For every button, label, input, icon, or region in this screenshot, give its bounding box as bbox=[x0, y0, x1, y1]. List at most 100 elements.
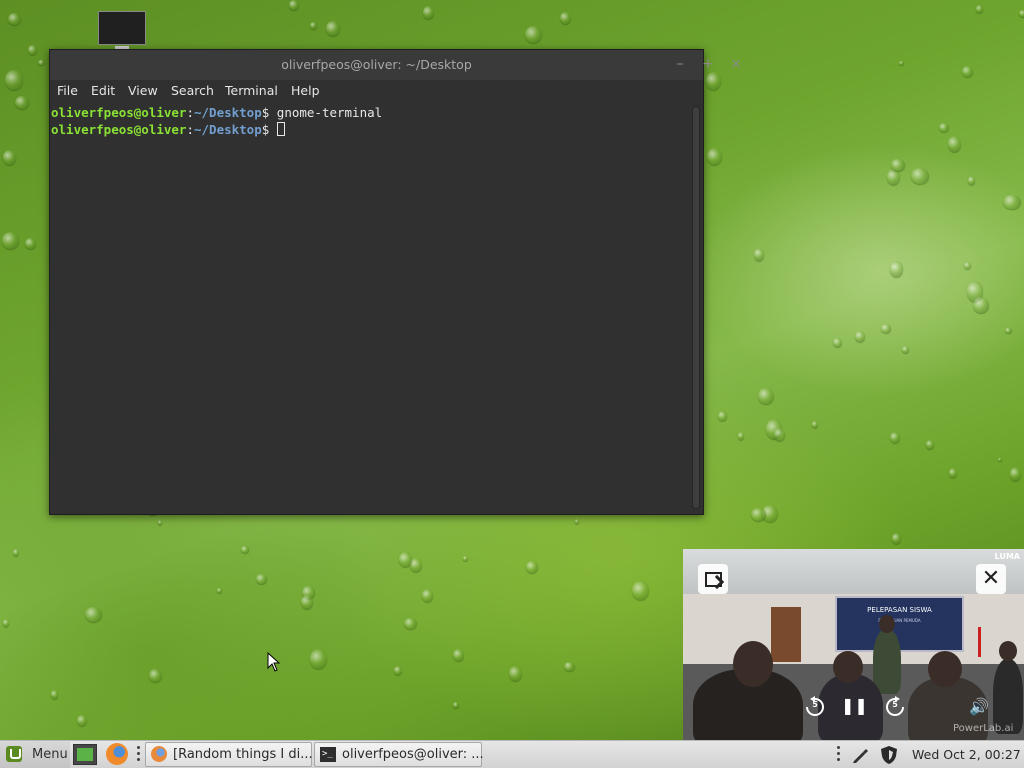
raindrop bbox=[525, 561, 538, 573]
terminal-line: oliverfpeos@oliver:~/Desktop$ bbox=[51, 122, 285, 139]
raindrop bbox=[1003, 194, 1021, 210]
clock[interactable]: Wed Oct 2, 00:27 bbox=[912, 747, 1021, 762]
video-watermark: LUMA bbox=[994, 552, 1020, 561]
raindrop bbox=[706, 72, 722, 90]
raindrop bbox=[309, 648, 327, 669]
picture-in-picture-button[interactable] bbox=[698, 564, 728, 594]
raindrop bbox=[939, 123, 950, 133]
video-person-head bbox=[879, 615, 895, 633]
raindrop bbox=[508, 666, 523, 682]
prompt-user: oliverfpeos@oliver bbox=[51, 122, 187, 137]
panel-separator bbox=[837, 746, 840, 763]
raindrop bbox=[975, 5, 984, 13]
computer-desktop-icon[interactable] bbox=[98, 11, 146, 50]
raindrop bbox=[289, 0, 300, 10]
raindrop bbox=[889, 431, 901, 443]
video-watermark-bottom: PowerLab.ai bbox=[953, 723, 1014, 734]
scrollbar-thumb[interactable] bbox=[693, 107, 699, 508]
terminal-menubar: File Edit View Search Terminal Help bbox=[50, 80, 703, 102]
raindrop bbox=[452, 648, 464, 662]
pause-button[interactable]: ❚❚ bbox=[841, 692, 868, 720]
maximize-button[interactable]: + bbox=[698, 54, 718, 74]
raindrop bbox=[393, 665, 403, 676]
command-text: gnome-terminal bbox=[276, 105, 383, 120]
video-person-head bbox=[928, 651, 962, 687]
raindrop bbox=[898, 60, 904, 66]
terminal-line: oliverfpeos@oliver:~/Desktop$ gnome-term… bbox=[51, 105, 382, 122]
raindrop bbox=[889, 260, 904, 277]
raindrop bbox=[967, 176, 976, 185]
raindrop bbox=[738, 432, 745, 440]
raindrop bbox=[925, 440, 935, 449]
raindrop bbox=[717, 410, 727, 422]
mouse-pointer-icon bbox=[267, 652, 281, 672]
menu-search[interactable]: Search bbox=[171, 83, 214, 98]
raindrop bbox=[751, 508, 766, 521]
raindrop bbox=[564, 661, 575, 671]
video-scene-door bbox=[771, 607, 801, 662]
raindrop bbox=[462, 556, 468, 561]
menu-view[interactable]: View bbox=[128, 83, 158, 98]
forward-button[interactable]: 5 bbox=[882, 694, 908, 720]
banner-subtitle: PERSATUAN PEMUDA bbox=[878, 618, 921, 623]
menu-edit[interactable]: Edit bbox=[91, 83, 115, 98]
raindrop bbox=[891, 533, 902, 545]
shield-icon[interactable] bbox=[880, 745, 898, 765]
raindrop bbox=[404, 618, 418, 629]
task-label: [Random things I di... bbox=[173, 747, 313, 762]
volume-button[interactable]: 🔊 bbox=[965, 694, 993, 720]
terminal-icon: >_ bbox=[320, 747, 336, 762]
raindrop bbox=[301, 595, 314, 610]
raindrop bbox=[881, 324, 892, 333]
raindrop bbox=[149, 668, 163, 683]
prompt-separator: : bbox=[186, 105, 194, 120]
video-person-head bbox=[833, 651, 863, 683]
close-button[interactable]: × bbox=[726, 54, 746, 74]
prompt-path: ~/Desktop bbox=[194, 105, 262, 120]
prompt-symbol: $ bbox=[261, 105, 277, 120]
raindrop bbox=[947, 135, 962, 152]
raindrop bbox=[310, 21, 317, 29]
terminal-titlebar[interactable]: oliverfpeos@oliver: ~/Desktop – + × bbox=[50, 50, 742, 80]
prompt-path: ~/Desktop bbox=[194, 122, 262, 137]
raindrop bbox=[51, 690, 58, 699]
raindrop bbox=[891, 159, 905, 171]
taskbar-item-browser[interactable]: [Random things I di... bbox=[145, 742, 313, 767]
raindrop bbox=[326, 21, 341, 37]
terminal-launcher-icon[interactable] bbox=[73, 744, 97, 765]
raindrop bbox=[1, 232, 20, 249]
rewind-seconds: 5 bbox=[812, 700, 818, 709]
video-close-button[interactable]: ✕ bbox=[976, 564, 1006, 594]
rewind-button[interactable]: 5 bbox=[802, 694, 828, 720]
video-person-head bbox=[999, 641, 1017, 661]
raindrop bbox=[12, 548, 19, 556]
raindrop bbox=[524, 25, 543, 44]
menu-file[interactable]: File bbox=[57, 83, 78, 98]
prompt-symbol: $ bbox=[261, 122, 277, 137]
raindrop bbox=[241, 546, 250, 553]
banner-title: PELEPASAN SISWA bbox=[867, 606, 932, 614]
mint-logo-icon bbox=[6, 746, 22, 762]
taskbar-item-terminal[interactable]: >_ oliverfpeos@oliver: ... bbox=[314, 742, 484, 767]
menu-help[interactable]: Help bbox=[291, 83, 320, 98]
terminal-scrollbar[interactable] bbox=[692, 106, 700, 509]
raindrop bbox=[911, 168, 929, 184]
raindrop bbox=[1005, 327, 1012, 334]
terminal-output[interactable]: oliverfpeos@oliver:~/Desktop$ gnome-term… bbox=[50, 102, 690, 514]
text-cursor bbox=[276, 122, 285, 136]
raindrop bbox=[422, 6, 434, 19]
raindrop bbox=[157, 519, 162, 525]
raindrop bbox=[886, 168, 901, 186]
firefox-launcher-icon[interactable] bbox=[106, 743, 128, 765]
floating-video-player[interactable]: PELEPASAN SISWA PERSATUAN PEMUDA LUMA ✕ … bbox=[683, 549, 1024, 740]
raindrop bbox=[2, 149, 17, 165]
start-menu-button[interactable]: Menu bbox=[0, 741, 70, 768]
pen-icon[interactable] bbox=[851, 746, 869, 764]
forward-seconds: 5 bbox=[892, 700, 898, 709]
terminal-window[interactable]: oliverfpeos@oliver: ~/Desktop – + × File… bbox=[49, 49, 742, 515]
prompt-user: oliverfpeos@oliver bbox=[51, 105, 187, 120]
raindrop bbox=[560, 12, 571, 25]
raindrop bbox=[453, 702, 459, 708]
raindrop bbox=[84, 607, 103, 622]
menu-terminal[interactable]: Terminal bbox=[225, 83, 278, 98]
